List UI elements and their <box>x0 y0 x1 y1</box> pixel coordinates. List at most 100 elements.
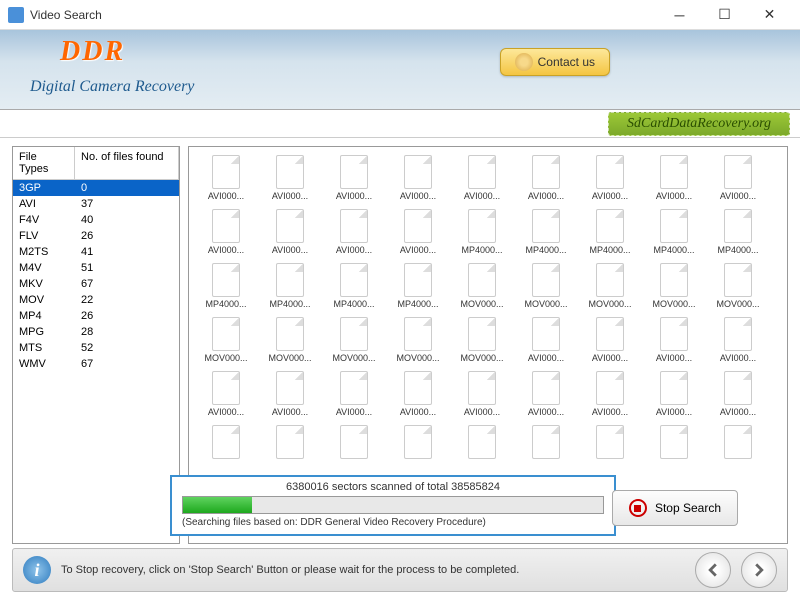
file-item[interactable] <box>323 423 385 467</box>
close-button[interactable]: ✕ <box>747 0 792 29</box>
file-icon <box>340 263 368 297</box>
file-item[interactable]: AVI000... <box>387 153 449 207</box>
file-item[interactable]: MP4000... <box>707 207 769 261</box>
file-item[interactable]: AVI000... <box>195 369 257 423</box>
file-item[interactable]: AVI000... <box>323 153 385 207</box>
file-item[interactable]: MOV000... <box>195 315 257 369</box>
file-item[interactable]: MP4000... <box>451 207 513 261</box>
table-row[interactable]: MOV22 <box>13 292 179 308</box>
file-item[interactable]: AVI000... <box>515 369 577 423</box>
contact-icon <box>515 53 533 71</box>
file-label: MOV000... <box>451 299 513 309</box>
file-item[interactable]: MOV000... <box>579 261 641 315</box>
file-item[interactable]: AVI000... <box>259 207 321 261</box>
file-item[interactable]: MOV000... <box>707 261 769 315</box>
file-item[interactable]: AVI000... <box>387 369 449 423</box>
window-title: Video Search <box>30 8 657 22</box>
minimize-button[interactable]: ─ <box>657 0 702 29</box>
file-item[interactable] <box>451 423 513 467</box>
forward-button[interactable] <box>741 552 777 588</box>
file-types-table[interactable]: File Types No. of files found 3GP0AVI37F… <box>12 146 180 544</box>
table-row[interactable]: MTS52 <box>13 340 179 356</box>
file-item[interactable]: MOV000... <box>515 261 577 315</box>
file-item[interactable]: MP4000... <box>387 261 449 315</box>
window-controls: ─ ☐ ✕ <box>657 0 792 29</box>
table-row[interactable]: WMV67 <box>13 356 179 372</box>
file-item[interactable]: MP4000... <box>515 207 577 261</box>
file-item[interactable]: MOV000... <box>451 315 513 369</box>
file-item[interactable]: AVI000... <box>707 369 769 423</box>
file-label: MOV000... <box>579 299 641 309</box>
cell-count: 28 <box>75 324 179 340</box>
file-label: AVI000... <box>515 407 577 417</box>
table-row[interactable]: M4V51 <box>13 260 179 276</box>
file-item[interactable]: AVI000... <box>579 315 641 369</box>
file-icon <box>212 155 240 189</box>
file-label: AVI000... <box>515 191 577 201</box>
grid-row: AVI000...AVI000...AVI000...AVI000...AVI0… <box>195 153 781 207</box>
file-icon <box>532 317 560 351</box>
file-label: AVI000... <box>707 407 769 417</box>
file-item[interactable]: AVI000... <box>643 315 705 369</box>
file-item[interactable]: AVI000... <box>451 153 513 207</box>
table-row[interactable]: F4V40 <box>13 212 179 228</box>
file-item[interactable]: MOV000... <box>643 261 705 315</box>
file-icon <box>660 371 688 405</box>
file-item[interactable]: AVI000... <box>323 207 385 261</box>
back-button[interactable] <box>695 552 731 588</box>
file-icon <box>276 317 304 351</box>
table-row[interactable]: M2TS41 <box>13 244 179 260</box>
file-item[interactable]: MP4000... <box>579 207 641 261</box>
file-icon <box>276 263 304 297</box>
file-icon <box>532 371 560 405</box>
table-row[interactable]: MKV67 <box>13 276 179 292</box>
file-item[interactable]: AVI000... <box>707 315 769 369</box>
file-item[interactable]: AVI000... <box>515 153 577 207</box>
file-item[interactable]: AVI000... <box>195 207 257 261</box>
file-item[interactable]: MOV000... <box>323 315 385 369</box>
file-item[interactable]: AVI000... <box>451 369 513 423</box>
file-item[interactable] <box>707 423 769 467</box>
file-icon <box>404 317 432 351</box>
file-item[interactable]: AVI000... <box>643 153 705 207</box>
file-label: AVI000... <box>323 245 385 255</box>
file-item[interactable] <box>515 423 577 467</box>
file-icon <box>660 209 688 243</box>
file-item[interactable]: MOV000... <box>451 261 513 315</box>
file-label: AVI000... <box>451 191 513 201</box>
file-item[interactable]: AVI000... <box>643 369 705 423</box>
file-item[interactable]: MP4000... <box>195 261 257 315</box>
table-row[interactable]: MPG28 <box>13 324 179 340</box>
file-icon <box>276 425 304 459</box>
file-item[interactable]: MP4000... <box>323 261 385 315</box>
file-label: AVI000... <box>259 407 321 417</box>
file-item[interactable]: AVI000... <box>707 153 769 207</box>
file-label: AVI000... <box>387 407 449 417</box>
file-label: AVI000... <box>195 191 257 201</box>
file-item[interactable]: AVI000... <box>195 153 257 207</box>
file-item[interactable]: MOV000... <box>259 315 321 369</box>
file-item[interactable]: MP4000... <box>259 261 321 315</box>
stop-search-button[interactable]: Stop Search <box>612 490 738 526</box>
file-item[interactable]: AVI000... <box>387 207 449 261</box>
table-row[interactable]: AVI37 <box>13 196 179 212</box>
contact-button[interactable]: Contact us <box>500 48 610 76</box>
col-file-types: File Types <box>13 147 75 179</box>
file-item[interactable] <box>387 423 449 467</box>
file-item[interactable] <box>579 423 641 467</box>
maximize-button[interactable]: ☐ <box>702 0 747 29</box>
table-row[interactable]: MP426 <box>13 308 179 324</box>
table-row[interactable]: 3GP0 <box>13 180 179 196</box>
file-item[interactable] <box>259 423 321 467</box>
file-item[interactable]: AVI000... <box>259 369 321 423</box>
file-item[interactable]: AVI000... <box>579 153 641 207</box>
file-item[interactable]: MP4000... <box>643 207 705 261</box>
file-item[interactable]: AVI000... <box>515 315 577 369</box>
file-item[interactable]: AVI000... <box>323 369 385 423</box>
table-row[interactable]: FLV26 <box>13 228 179 244</box>
file-item[interactable]: AVI000... <box>579 369 641 423</box>
file-item[interactable] <box>195 423 257 467</box>
file-item[interactable] <box>643 423 705 467</box>
file-item[interactable]: MOV000... <box>387 315 449 369</box>
file-item[interactable]: AVI000... <box>259 153 321 207</box>
